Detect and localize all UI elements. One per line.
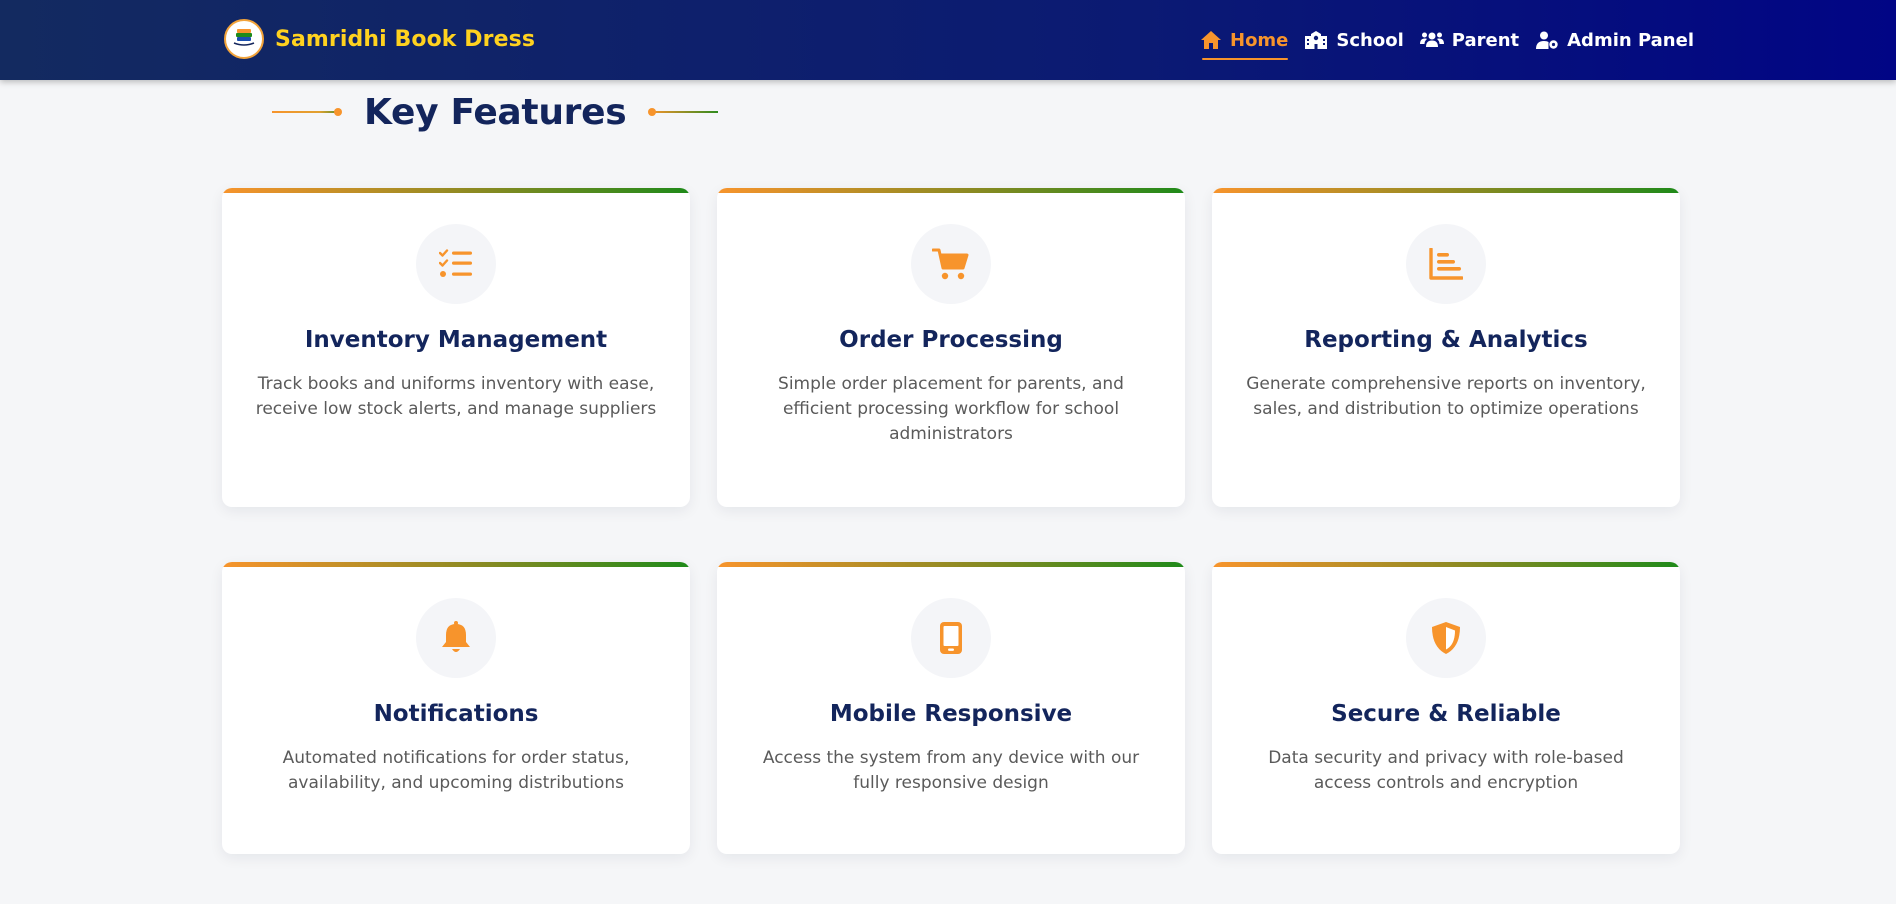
nav-home-label: Home (1230, 29, 1289, 51)
feature-description: Data security and privacy with role-base… (1268, 748, 1624, 793)
mobile-icon (911, 598, 991, 678)
home-icon (1200, 30, 1222, 50)
feature-card-notifications: Notifications Automated notifications fo… (222, 562, 690, 854)
feature-title: Order Processing (839, 327, 1063, 353)
bell-icon (416, 598, 496, 678)
feature-description: Track books and uniforms inventory with … (255, 374, 657, 419)
brand-name: Samridhi Book Dress (275, 26, 536, 52)
brand-logo (224, 19, 264, 59)
nav-admin-panel[interactable]: Admin Panel (1535, 24, 1694, 56)
nav-parent-label: Parent (1451, 29, 1520, 51)
feature-description: Automated notifications for order status… (282, 748, 630, 793)
section-heading: Key Features (272, 86, 719, 138)
feature-description: Simple order placement for parents, and … (778, 374, 1124, 444)
feature-card-orders: Order Processing Simple order placement … (717, 188, 1185, 507)
heading-decor-right (648, 108, 719, 116)
feature-card-mobile: Mobile Responsive Access the system from… (717, 562, 1185, 854)
nav-school[interactable]: School (1304, 24, 1404, 56)
feature-card-reporting: Reporting & Analytics Generate comprehen… (1212, 188, 1680, 507)
bar-chart-icon (1406, 224, 1486, 304)
feature-title: Notifications (373, 701, 539, 727)
heading-decor-left (272, 108, 342, 116)
shopping-cart-icon (911, 224, 991, 304)
nav-school-label: School (1336, 29, 1404, 51)
users-icon (1419, 30, 1444, 50)
feature-card-security: Secure & Reliable Data security and priv… (1212, 562, 1680, 854)
page-title: Key Features (364, 91, 627, 133)
nav-parent[interactable]: Parent (1419, 24, 1520, 56)
feature-card-inventory: Inventory Management Track books and uni… (222, 188, 690, 507)
school-icon (1304, 30, 1328, 50)
feature-title: Mobile Responsive (829, 701, 1073, 727)
top-navbar: Samridhi Book Dress Home School Parent A… (0, 0, 1896, 80)
feature-title: Secure & Reliable (1331, 701, 1561, 727)
feature-title: Inventory Management (304, 327, 608, 353)
user-gear-icon (1535, 30, 1559, 50)
feature-title: Reporting & Analytics (1304, 327, 1588, 353)
feature-description: Generate comprehensive reports on invent… (1246, 374, 1646, 419)
main-nav: Home School Parent Admin Panel (1200, 24, 1710, 60)
brand-link[interactable]: Samridhi Book Dress (224, 19, 535, 59)
checklist-icon (416, 224, 496, 304)
feature-description: Access the system from any device with o… (762, 748, 1140, 793)
nav-home[interactable]: Home (1200, 24, 1289, 60)
shield-icon (1406, 598, 1486, 678)
nav-admin-label: Admin Panel (1567, 29, 1694, 51)
logo-emblem-icon (233, 29, 255, 46)
